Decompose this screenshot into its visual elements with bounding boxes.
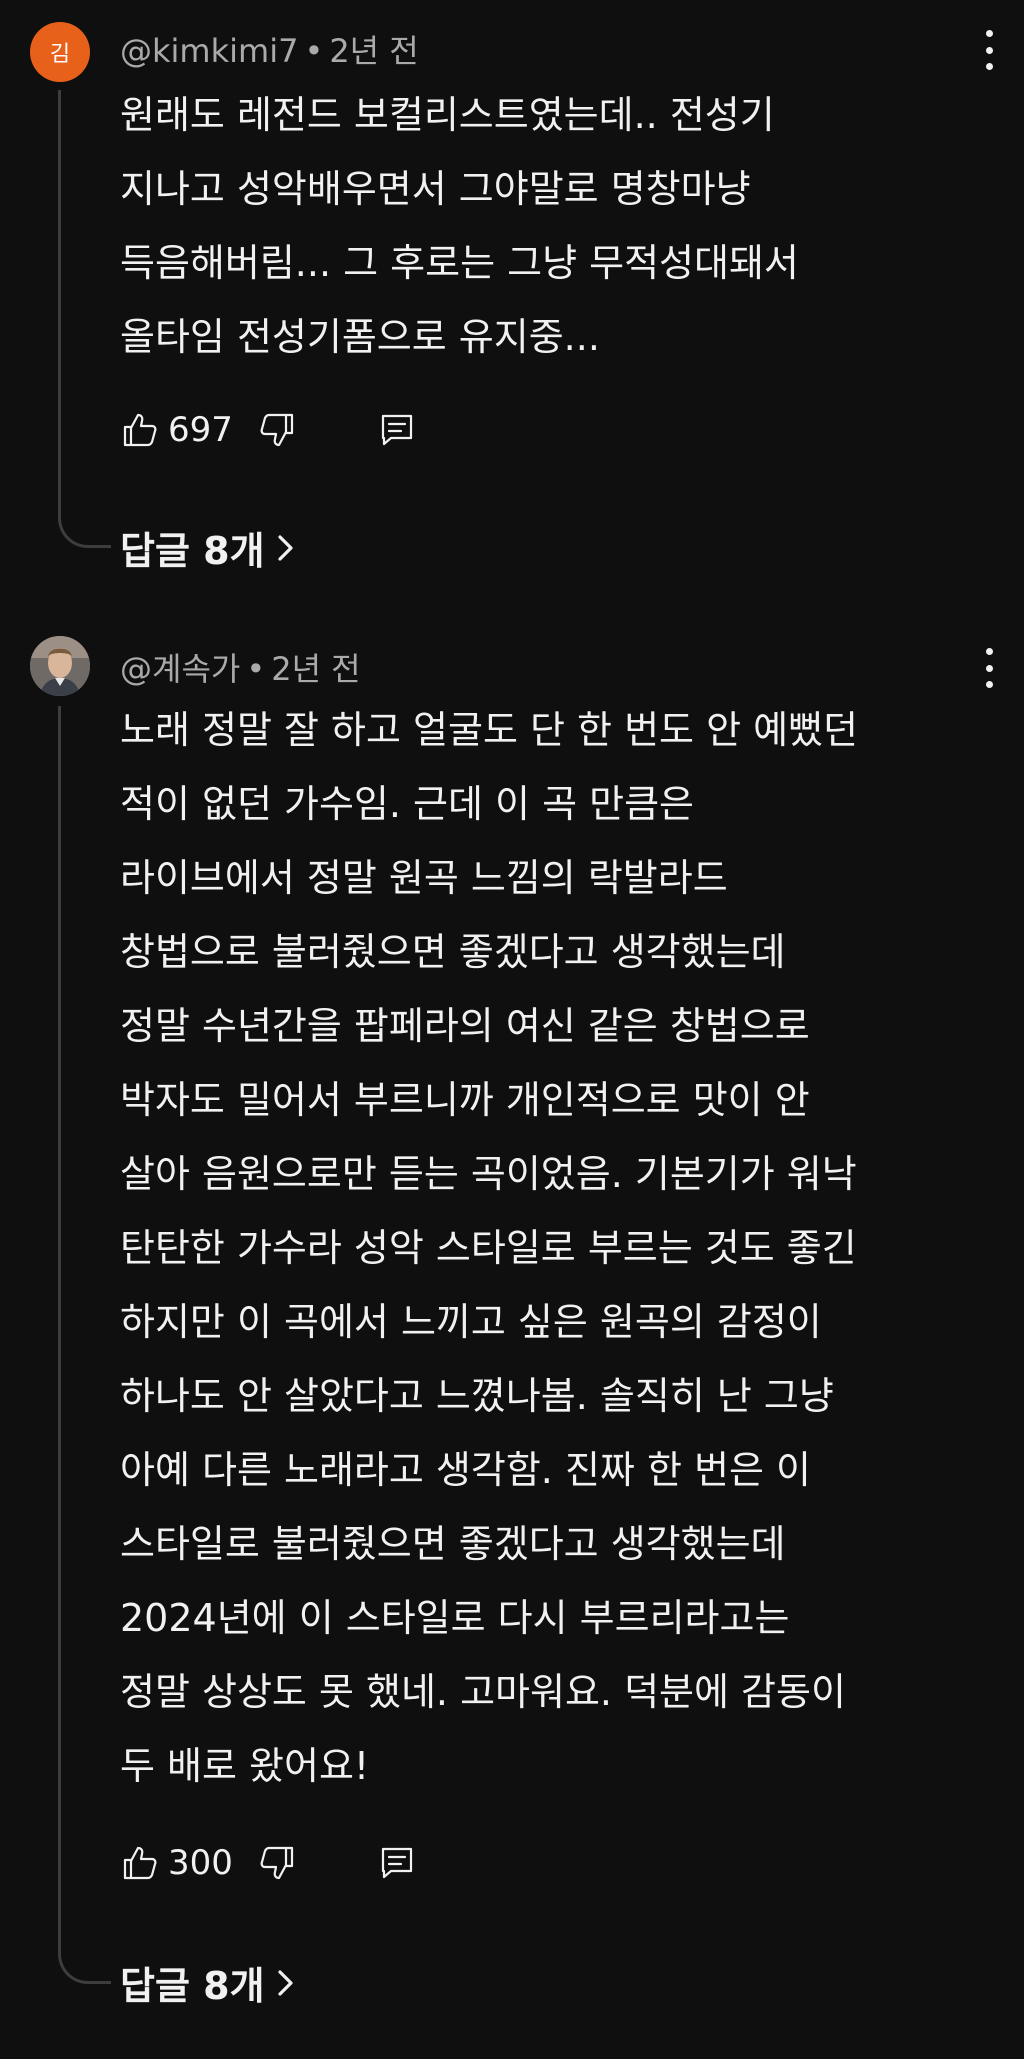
- view-replies-button[interactable]: 답글 8개: [120, 1955, 295, 2010]
- comment-line: 정말 수년간을 팝페라의 여신 같은 창법으로: [120, 1004, 810, 1048]
- comment-line: 아예 다른 노래라고 생각함. 진짜 한 번은 이: [120, 1448, 811, 1492]
- meta-separator: •: [304, 32, 324, 70]
- comment-line: 하나도 안 살았다고 느꼈나봄. 솔직히 난 그냥: [120, 1374, 834, 1418]
- user-photo-icon: [30, 636, 90, 696]
- thread-connector: [58, 90, 111, 548]
- more-options-icon[interactable]: [976, 648, 1002, 688]
- comment-actions: 300: [120, 1838, 417, 1888]
- comment-body: 노래 정말 잘 하고 얼굴도 단 한 번도 안 예뻤던 적이 없던 가수임. 근…: [120, 693, 1000, 1803]
- comment-line: 정말 상상도 못 했네. 고마워요. 덕분에 감동이: [120, 1670, 846, 1714]
- avatar[interactable]: 김: [30, 22, 90, 82]
- view-replies-button[interactable]: 답글 8개: [120, 520, 295, 575]
- author-handle[interactable]: @계속가: [120, 650, 240, 688]
- like-button[interactable]: 697: [120, 410, 257, 450]
- dislike-button[interactable]: [257, 1843, 297, 1883]
- more-options-icon[interactable]: [976, 30, 1002, 70]
- comment-line: 2024년에 이 스타일로 다시 부르리라고는: [120, 1596, 790, 1640]
- like-count: 300: [168, 1843, 233, 1883]
- thumbs-up-icon: [123, 413, 157, 447]
- reply-button[interactable]: [377, 410, 417, 450]
- chevron-right-icon: [277, 1969, 293, 1996]
- comment-line: 창법으로 불러줬으면 좋겠다고 생각했는데: [120, 930, 786, 974]
- comment-meta: @계속가 • 2년 전: [120, 644, 361, 690]
- chevron-right-icon: [277, 534, 293, 561]
- thumbs-up-icon: [123, 1846, 157, 1880]
- reply-button[interactable]: [377, 1843, 417, 1883]
- timestamp[interactable]: 2년 전: [329, 32, 418, 70]
- comment-line: 원래도 레전드 보컬리스트였는데.. 전성기: [120, 93, 775, 137]
- comment-line: 노래 정말 잘 하고 얼굴도 단 한 번도 안 예뻤던: [120, 708, 858, 752]
- comment-line: 지나고 성악배우면서 그야말로 명창마냥: [120, 167, 751, 211]
- comment-line: 탄탄한 가수라 성악 스타일로 부르는 것도 좋긴: [120, 1226, 857, 1270]
- comment-line: 득음해버림... 그 후로는 그냥 무적성대돼서: [120, 241, 799, 285]
- like-button[interactable]: 300: [120, 1843, 257, 1883]
- comment-line: 살아 음원으로만 듣는 곡이었음. 기본기가 워낙: [120, 1152, 857, 1196]
- like-count: 697: [168, 410, 233, 450]
- comment-line: 하지만 이 곡에서 느끼고 싶은 원곡의 감정이: [120, 1300, 822, 1344]
- thumbs-down-icon: [260, 413, 294, 447]
- comment-line: 박자도 밀어서 부르니까 개인적으로 맛이 안: [120, 1078, 810, 1122]
- thread-connector: [58, 706, 111, 1984]
- author-handle[interactable]: @kimkimi7: [120, 32, 298, 70]
- dislike-button[interactable]: [257, 410, 297, 450]
- comment-actions: 697: [120, 405, 417, 455]
- replies-label: 답글 8개: [120, 529, 265, 573]
- comment-line: 스타일로 불러줬으면 좋겠다고 생각했는데: [120, 1522, 786, 1566]
- thumbs-down-icon: [260, 1846, 294, 1880]
- comment-line: 라이브에서 정말 원곡 느낌의 락발라드: [120, 856, 728, 900]
- comment-meta: @kimkimi7 • 2년 전: [120, 26, 419, 72]
- meta-separator: •: [246, 650, 266, 688]
- comment-line: 적이 없던 가수임. 근데 이 곡 만큼은: [120, 782, 694, 826]
- comment-icon: [381, 414, 413, 446]
- avatar-letter: 김: [49, 42, 71, 67]
- avatar[interactable]: [30, 636, 90, 696]
- comment-line: 올타임 전성기폼으로 유지중...: [120, 315, 600, 359]
- timestamp[interactable]: 2년 전: [271, 650, 360, 688]
- replies-label: 답글 8개: [120, 1964, 265, 2008]
- comment-body: 원래도 레전드 보컬리스트였는데.. 전성기 지나고 성악배우면서 그야말로 명…: [120, 78, 1000, 374]
- comment-icon: [381, 1847, 413, 1879]
- comment-line: 두 배로 왔어요!: [120, 1744, 370, 1788]
